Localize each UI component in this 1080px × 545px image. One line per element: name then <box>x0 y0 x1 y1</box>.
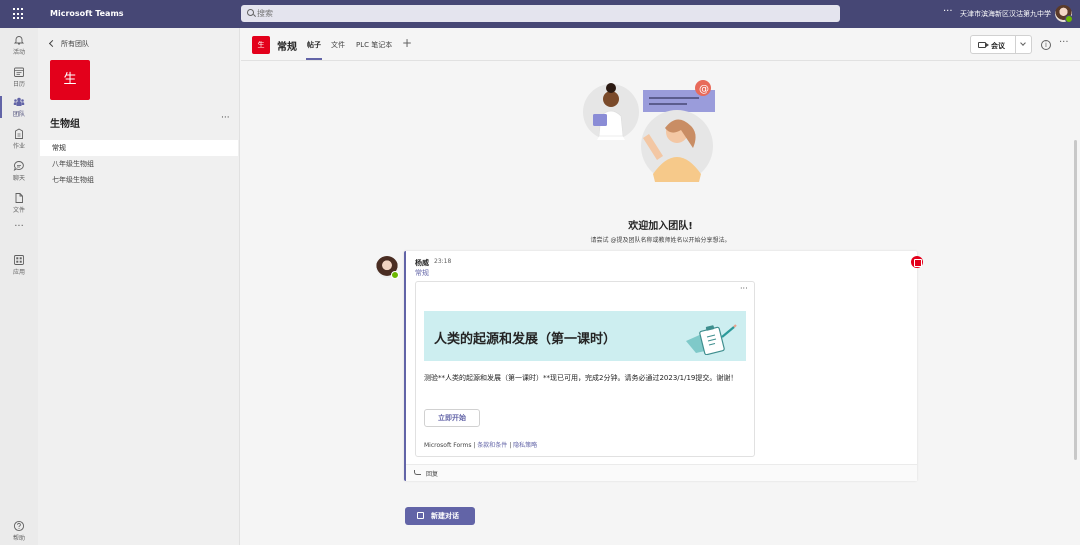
team-avatar: 生 <box>50 60 90 100</box>
reply-button[interactable]: 回复 <box>406 464 917 481</box>
title-bar: Microsoft Teams ··· 天津市滨海新区汉沽第九中学 <box>0 0 1080 28</box>
apps-icon <box>14 255 24 265</box>
rail-label: 日历 <box>12 81 25 88</box>
search-box[interactable] <box>241 5 840 22</box>
reply-icon <box>414 470 421 475</box>
channel-item-grade8[interactable]: 八年级生物组 <box>40 156 238 172</box>
teams-icon <box>13 97 25 106</box>
search-icon <box>247 9 254 16</box>
new-conversation-button[interactable]: 新建对话 <box>405 507 475 525</box>
tab-posts[interactable]: 帖子 <box>307 40 321 50</box>
rail-item-chat[interactable]: 聊天 <box>0 156 38 186</box>
video-camera-icon <box>978 42 989 48</box>
rail-label: 团队 <box>12 111 25 118</box>
rail-item-help[interactable]: 帮助 <box>0 516 38 545</box>
tab-files[interactable]: 文件 <box>331 40 345 50</box>
meet-button[interactable]: 会议 <box>970 35 1032 54</box>
help-icon <box>13 520 25 532</box>
channel-header: 生 常规 帖子 文件 PLC 笔记本 + 会议 i ··· <box>241 28 1080 61</box>
rail-item-apps[interactable]: 应用 <box>0 250 38 280</box>
card-more-options-icon[interactable]: ··· <box>740 284 748 293</box>
footer-source: Microsoft Forms | <box>424 442 478 449</box>
rail-label: 文件 <box>12 207 25 214</box>
welcome-subtitle: 请尝试 @提及团队名称或教师姓名以开始分享想法。 <box>590 237 731 244</box>
post-author[interactable]: 杨威 <box>415 258 429 268</box>
rail-label: 应用 <box>12 269 25 276</box>
team-panel: 所有团队 生 生物组 ··· 常规 八年级生物组 七年级生物组 <box>38 28 240 545</box>
search-input[interactable] <box>257 7 817 20</box>
more-options-icon[interactable]: ··· <box>943 6 953 17</box>
rail-label: 帮助 <box>12 535 25 542</box>
forms-app-icon <box>911 256 923 268</box>
chat-icon <box>13 161 24 171</box>
rail-item-activity[interactable]: 活动 <box>0 30 38 60</box>
channel-title: 常规 <box>277 42 297 53</box>
org-name[interactable]: 天津市滨海新区汉沽第九中学 <box>960 9 1051 19</box>
card-footer: Microsoft Forms | 条款和条件 | 隐私策略 <box>424 440 537 449</box>
all-teams-link[interactable]: 所有团队 <box>48 39 89 49</box>
team-name: 生物组 <box>50 119 80 130</box>
rail-item-calendar[interactable]: 日历 <box>0 62 38 92</box>
forms-adaptive-card: ··· 人类的起源和发展（第一课时） 测验**人类的起源和发展（第一课时）**现… <box>415 281 755 457</box>
info-icon[interactable]: i <box>1041 40 1051 50</box>
active-tab-indicator <box>306 58 322 60</box>
quiz-description: 测验**人类的起源和发展（第一课时）**现已可用，完成2分钟。请务必通过2023… <box>424 374 738 382</box>
add-tab-icon[interactable]: + <box>402 36 412 50</box>
scrollbar[interactable] <box>1074 140 1077 460</box>
post-author-avatar[interactable] <box>376 256 399 279</box>
calendar-icon <box>14 67 24 77</box>
app-rail: 活动 日历 团队 作业 聊天 文件 ··· 应用 帮助 <box>0 28 38 545</box>
channel-item-general[interactable]: 常规 <box>40 140 238 156</box>
rail-item-files[interactable]: 文件 <box>0 188 38 218</box>
rail-label: 活动 <box>12 49 25 56</box>
welcome-title: 欢迎加入团队! <box>628 221 693 232</box>
chevron-left-icon <box>48 39 57 48</box>
tab-plc-notebook[interactable]: PLC 笔记本 <box>356 40 392 50</box>
bell-icon <box>13 36 25 45</box>
team-more-options-icon[interactable]: ··· <box>221 113 230 123</box>
welcome-illustration: @ <box>583 80 715 182</box>
chevron-down-icon[interactable] <box>1020 40 1026 46</box>
start-now-button[interactable]: 立即开始 <box>424 409 480 427</box>
assignments-icon <box>15 128 23 139</box>
channel-item-grade7[interactable]: 七年级生物组 <box>40 172 238 188</box>
clipboard-illustration <box>686 324 737 355</box>
header-more-options-icon[interactable]: ··· <box>1059 37 1069 48</box>
rail-item-teams[interactable]: 团队 <box>0 92 38 122</box>
post-card: 杨威 23:18 常规 ··· 人类的起源和发展（第一课时） 测验**人类的起源… <box>404 251 923 481</box>
new-conversation-label: 新建对话 <box>431 512 459 520</box>
rail-label: 聊天 <box>12 175 25 182</box>
app-launcher-icon[interactable] <box>13 8 25 20</box>
more-apps-icon[interactable]: ··· <box>0 221 38 237</box>
svg-text:@: @ <box>699 84 709 95</box>
reply-label: 回复 <box>426 471 439 478</box>
meet-label: 会议 <box>991 42 1005 50</box>
channel-team-avatar: 生 <box>252 36 270 54</box>
app-title: Microsoft Teams <box>50 9 124 18</box>
posts-area: @ 欢迎加入团队! 请尝试 @提及团队名称或教师姓名以开始分享想法。 杨威 23… <box>241 62 1080 545</box>
post-timestamp: 23:18 <box>434 258 452 265</box>
post-channel-link[interactable]: 常规 <box>415 268 429 278</box>
rail-label: 作业 <box>12 143 25 150</box>
all-teams-label: 所有团队 <box>61 40 89 48</box>
privacy-link[interactable]: 隐私策略 <box>513 442 537 449</box>
rail-item-assignments[interactable]: 作业 <box>0 124 38 154</box>
terms-link[interactable]: 条款和条件 <box>477 442 507 449</box>
file-icon <box>15 193 23 203</box>
compose-icon <box>417 512 424 519</box>
user-avatar[interactable] <box>1055 5 1073 23</box>
quiz-title: 人类的起源和发展（第一课时） <box>434 332 617 347</box>
quiz-banner: 人类的起源和发展（第一课时） <box>424 311 746 361</box>
